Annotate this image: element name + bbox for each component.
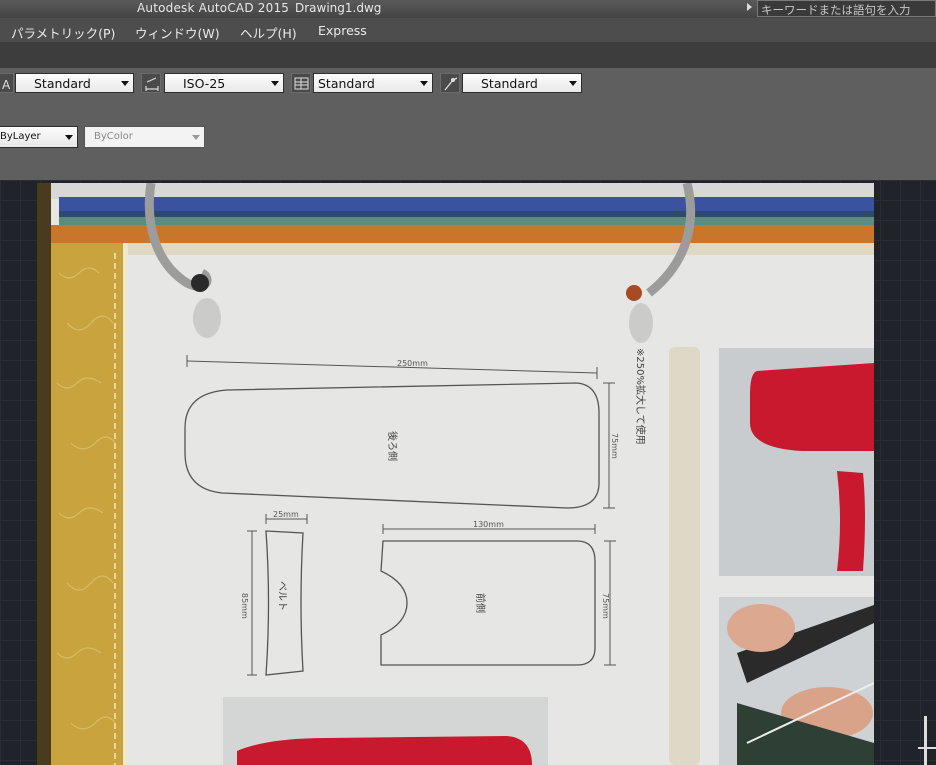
menu-bar: パラメトリック(P) ウィンドウ(W) ヘルプ(H) Express	[0, 18, 936, 42]
ucs-axis-icon	[918, 747, 936, 749]
label-belt: ベルト	[276, 581, 288, 611]
table-style-combo[interactable]: Standard	[313, 73, 433, 93]
chevron-down-icon	[569, 81, 577, 86]
expand-arrow-icon[interactable]	[747, 3, 752, 11]
dim-style-icon[interactable]	[141, 73, 161, 93]
title-bar: Autodesk AutoCAD 2015 Drawing1.dwg キーワード…	[0, 0, 936, 18]
dim-style-combo[interactable]: ISO-25	[164, 73, 284, 93]
linetype-combo[interactable]: ByLayer	[0, 126, 78, 148]
raster-image-photo[interactable]: 250mm 75mm 後ろ側 ※250%拡大して使用 25mm 85mm ベルト…	[37, 183, 874, 765]
search-input[interactable]: キーワードまたは語句を入力	[757, 0, 936, 17]
multileader-style-value: Standard	[481, 76, 538, 91]
label-front: 前側	[474, 593, 487, 613]
dim-belt-width: 25mm	[273, 510, 299, 519]
dim-back-width: 250mm	[397, 359, 428, 368]
chevron-down-icon	[192, 135, 200, 140]
chevron-down-icon	[420, 81, 428, 86]
chevron-down-icon	[65, 135, 73, 140]
menu-parametric[interactable]: パラメトリック(P)	[11, 23, 115, 42]
text-style-value: Standard	[34, 76, 91, 91]
app-title: Autodesk AutoCAD 2015	[137, 1, 290, 15]
ucs-icon	[924, 716, 927, 765]
menu-express[interactable]: Express	[318, 23, 367, 38]
dim-front-width: 130mm	[473, 520, 504, 529]
side-note: ※250%拡大して使用	[634, 348, 647, 445]
svg-text:A: A	[2, 78, 11, 92]
table-style-icon[interactable]	[291, 73, 311, 93]
menu-help[interactable]: ヘルプ(H)	[240, 23, 297, 42]
text-style-icon[interactable]: A	[0, 73, 14, 93]
table-style-value: Standard	[318, 76, 375, 91]
multileader-style-icon[interactable]	[440, 73, 460, 93]
ribbon-strip	[0, 42, 936, 68]
label-back: 後ろ側	[386, 431, 399, 461]
plot-style-combo[interactable]: ByColor	[84, 126, 205, 148]
file-name: Drawing1.dwg	[295, 1, 382, 15]
dim-front-height: 75mm	[601, 593, 610, 619]
dim-back-height: 75mm	[610, 433, 619, 459]
multileader-style-combo[interactable]: Standard	[462, 73, 582, 93]
plot-style-value: ByColor	[94, 131, 133, 142]
dim-belt-height: 85mm	[240, 593, 249, 619]
text-style-combo[interactable]: Standard	[15, 73, 134, 93]
menu-window[interactable]: ウィンドウ(W)	[135, 23, 220, 42]
toolbar-panel: A Standard ISO-25 Standard Standard ByLa…	[0, 68, 936, 180]
dim-style-value: ISO-25	[183, 76, 226, 91]
chevron-down-icon	[271, 81, 279, 86]
chevron-down-icon	[121, 81, 129, 86]
linetype-value: ByLayer	[0, 131, 41, 142]
